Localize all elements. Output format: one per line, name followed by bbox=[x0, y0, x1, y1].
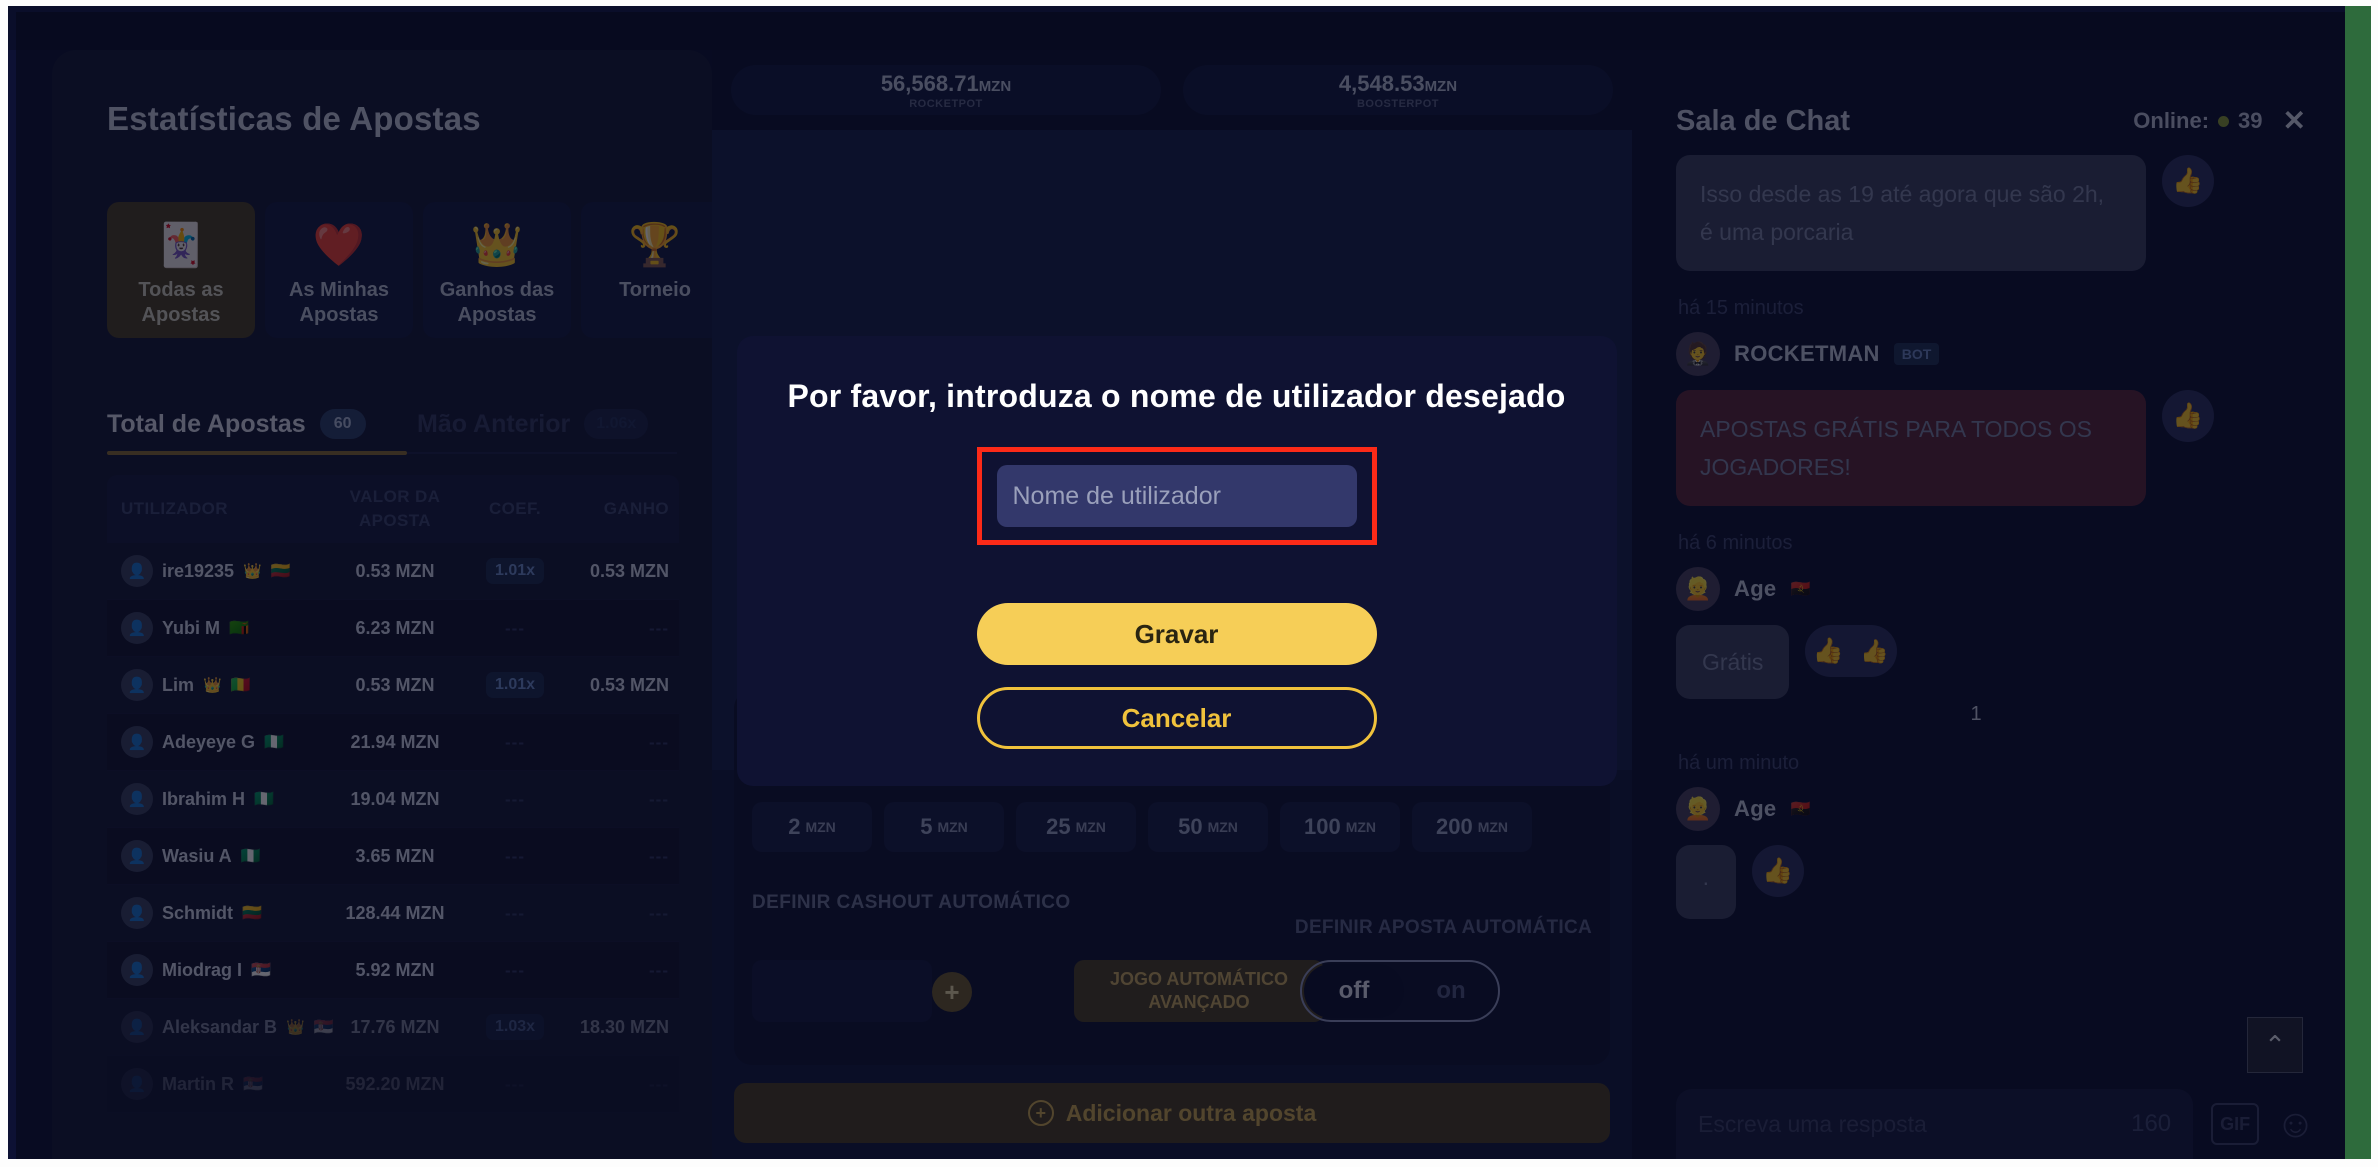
cancel-button[interactable]: Cancelar bbox=[976, 687, 1377, 749]
window-frame-bottom bbox=[0, 1159, 2378, 1167]
screenshot-root: Estatísticas de Apostas 🃏 Todas as Apost… bbox=[0, 0, 2378, 1167]
username-input[interactable] bbox=[996, 465, 1357, 527]
window-frame-left bbox=[0, 0, 8, 1167]
modal-title: Por favor, introduza o nome de utilizado… bbox=[787, 378, 1566, 414]
app-container: Estatísticas de Apostas 🃏 Todas as Apost… bbox=[8, 6, 2345, 1159]
window-frame-top bbox=[0, 0, 2378, 6]
input-highlight-box bbox=[976, 447, 1377, 545]
page-scrollbar[interactable] bbox=[2345, 6, 2371, 1159]
window-frame-right bbox=[2371, 0, 2378, 1167]
username-modal: Por favor, introduza o nome de utilizado… bbox=[736, 336, 1617, 786]
save-button[interactable]: Gravar bbox=[976, 603, 1377, 665]
